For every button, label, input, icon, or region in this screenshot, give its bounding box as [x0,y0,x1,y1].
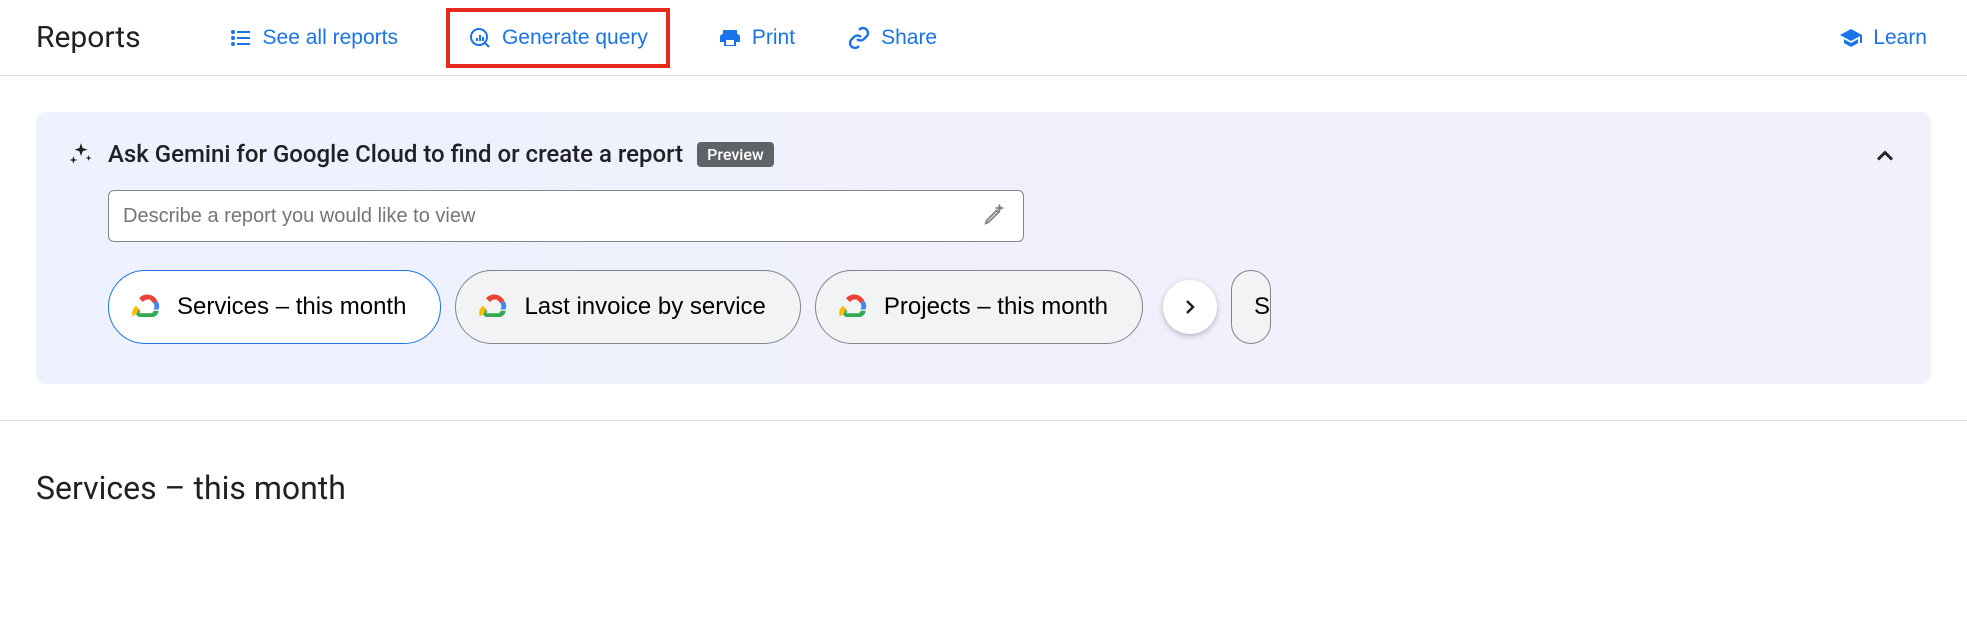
print-label: Print [752,26,795,50]
chevron-right-icon [1178,295,1202,319]
gemini-input-container[interactable] [108,190,1024,242]
toolbar-actions: See all reports Generate query Print [225,8,1792,68]
google-cloud-icon [478,292,508,322]
chip-label: Projects – this month [884,293,1108,321]
learn-label: Learn [1873,26,1927,50]
google-cloud-icon [838,292,868,322]
learn-button[interactable]: Learn [1835,20,1931,56]
chip-projects-this-month[interactable]: Projects – this month [815,270,1143,344]
see-all-reports-button[interactable]: See all reports [225,20,402,56]
share-label: Share [881,26,937,50]
chip-label: Last invoice by service [524,293,765,321]
generate-query-button[interactable]: Generate query [464,20,652,56]
print-icon [718,26,742,50]
chevron-up-icon [1871,142,1899,170]
gemini-input[interactable] [123,205,979,228]
generate-query-label: Generate query [502,26,648,50]
chip-partial-overflow[interactable]: S [1231,270,1271,344]
pencil-spark-icon [983,204,1005,226]
query-stats-icon [468,26,492,50]
toolbar: Reports See all reports Generate query [0,0,1967,76]
print-button[interactable]: Print [714,20,799,56]
gemini-header: Ask Gemini for Google Cloud to find or c… [68,140,1899,168]
link-icon [847,26,871,50]
chip-services-this-month[interactable]: Services – this month [108,270,441,344]
chip-scroll-next-button[interactable] [1163,280,1217,334]
see-all-reports-label: See all reports [263,26,398,50]
share-button[interactable]: Share [843,20,941,56]
section-title: Services – this month [0,421,1967,507]
gemini-panel: Ask Gemini for Google Cloud to find or c… [36,112,1931,384]
list-icon [229,26,253,50]
chip-label: S [1254,293,1270,321]
school-icon [1839,26,1863,50]
page-title: Reports [36,20,141,55]
magic-pencil-button[interactable] [979,200,1009,233]
google-cloud-icon [131,292,161,322]
preview-badge: Preview [697,142,774,167]
suggestion-chip-row: Services – this month Last invoice by se… [108,270,1899,344]
highlight-box: Generate query [446,8,670,68]
gemini-title: Ask Gemini for Google Cloud to find or c… [108,140,683,168]
chip-last-invoice[interactable]: Last invoice by service [455,270,800,344]
sparkle-icon [68,141,94,167]
collapse-button[interactable] [1865,136,1905,179]
chip-label: Services – this month [177,293,406,321]
